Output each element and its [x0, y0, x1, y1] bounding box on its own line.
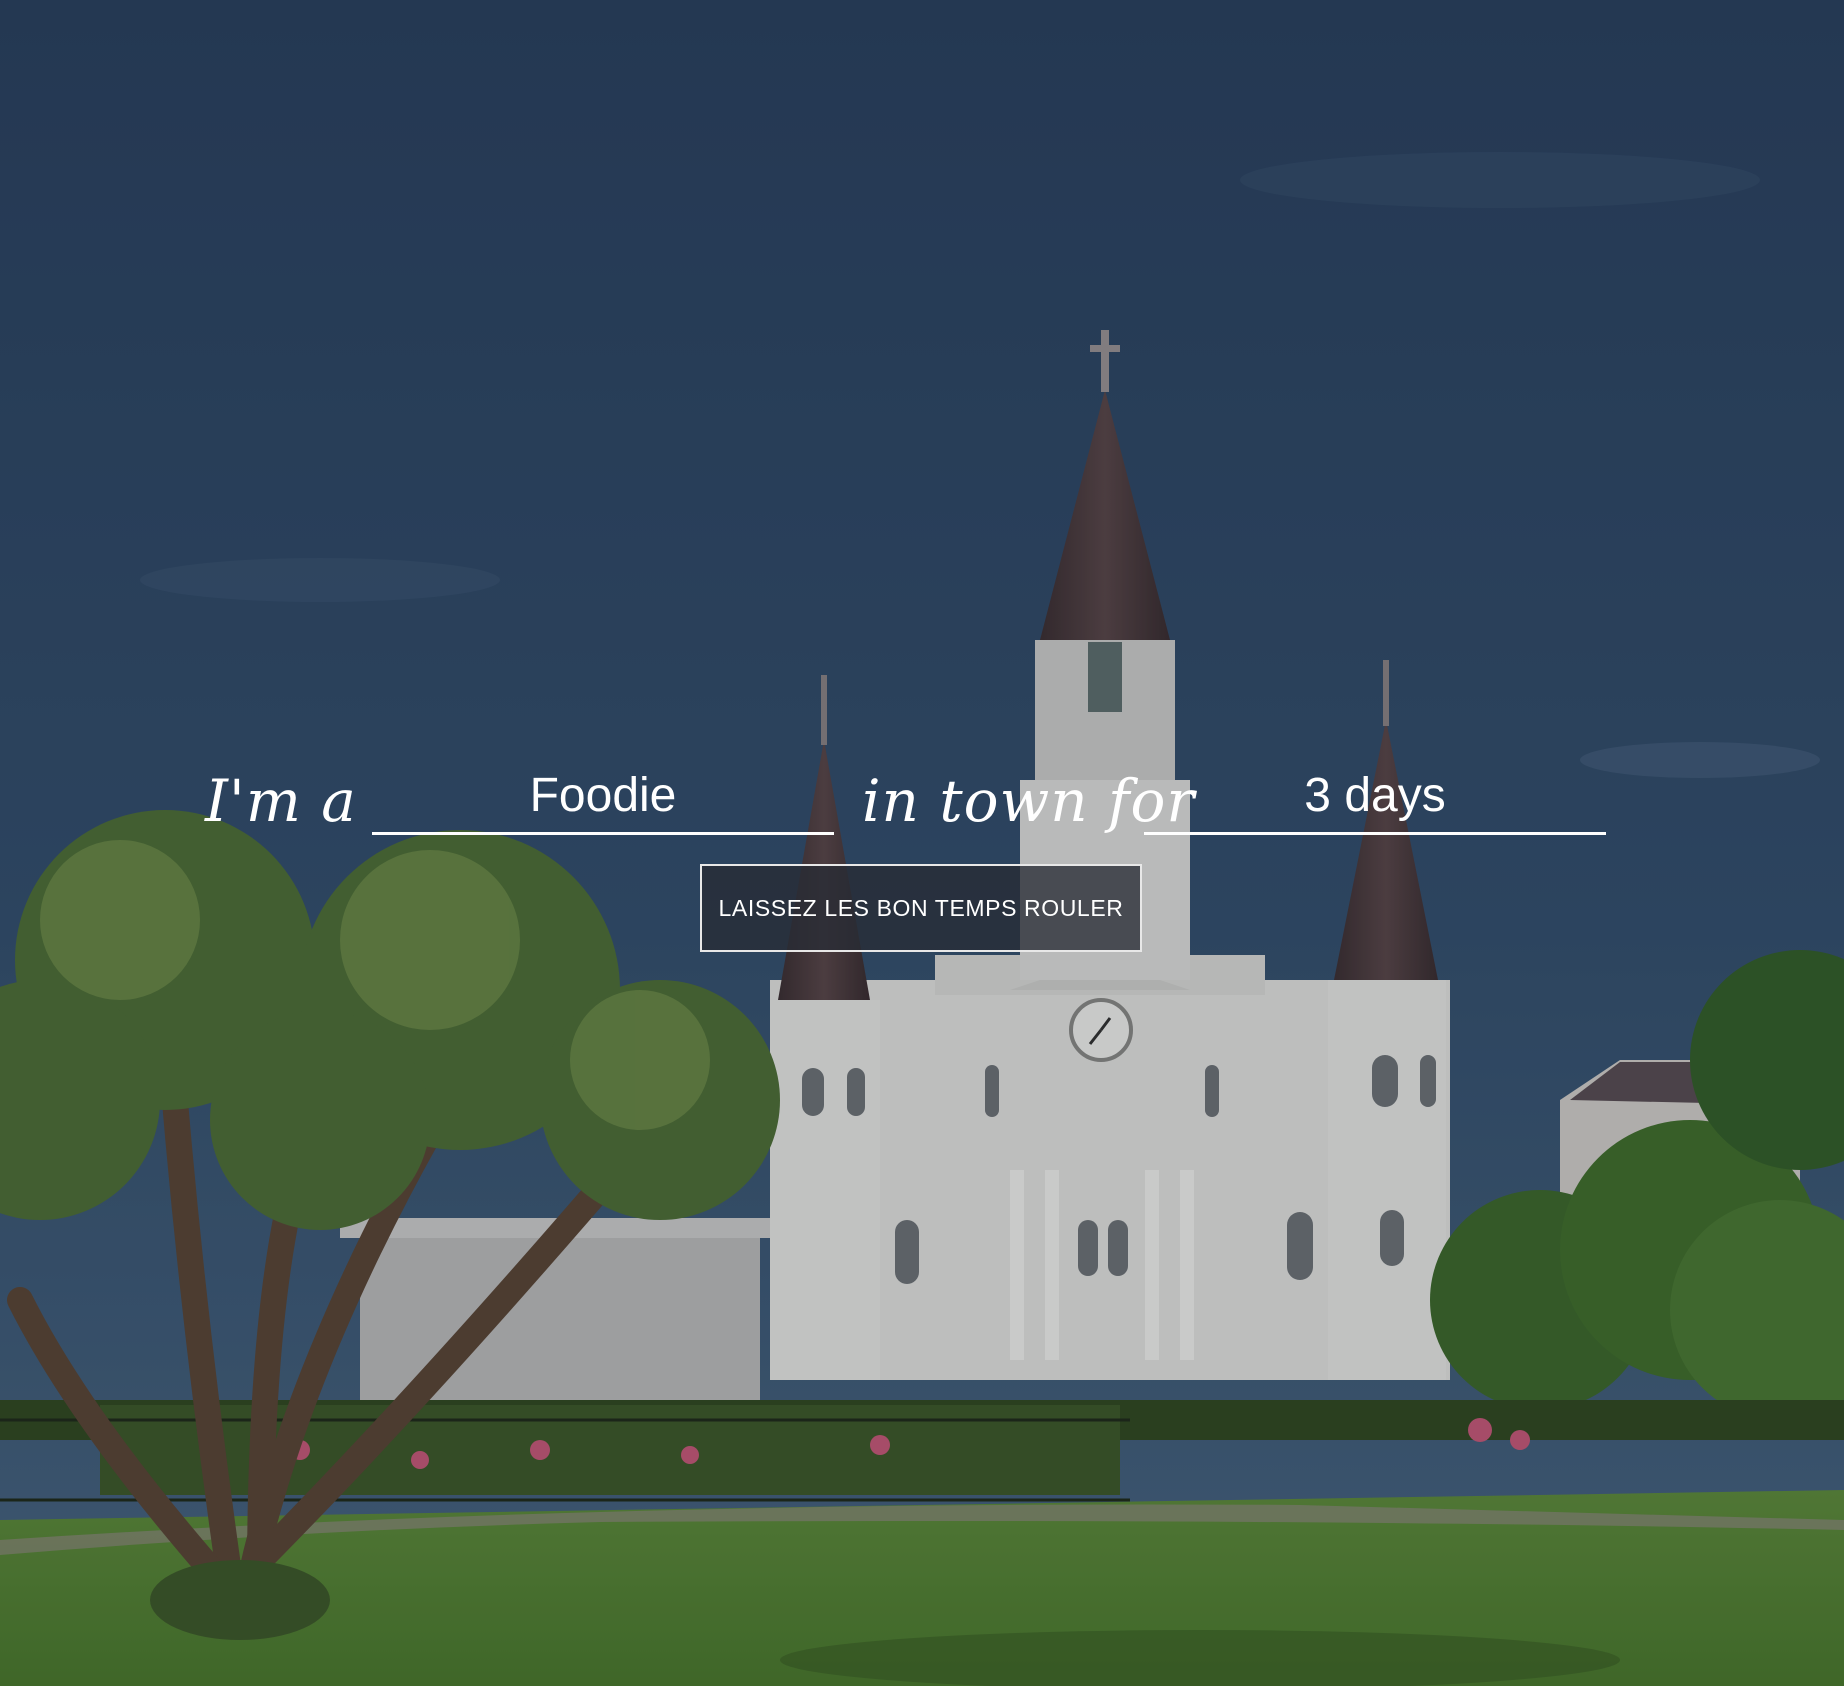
duration-select[interactable]: 3 days: [1144, 760, 1606, 835]
trip-builder-sentence: I'm a Foodie in town for 3 days: [0, 760, 1844, 840]
persona-select[interactable]: Foodie: [372, 760, 834, 835]
hero-scene: I'm a Foodie in town for 3 days LAISSEZ …: [0, 0, 1844, 1686]
submit-button[interactable]: LAISSEZ LES BON TEMPS ROULER: [700, 864, 1142, 952]
lead-text: I'm a: [205, 767, 357, 835]
dark-overlay: [0, 0, 1844, 1686]
